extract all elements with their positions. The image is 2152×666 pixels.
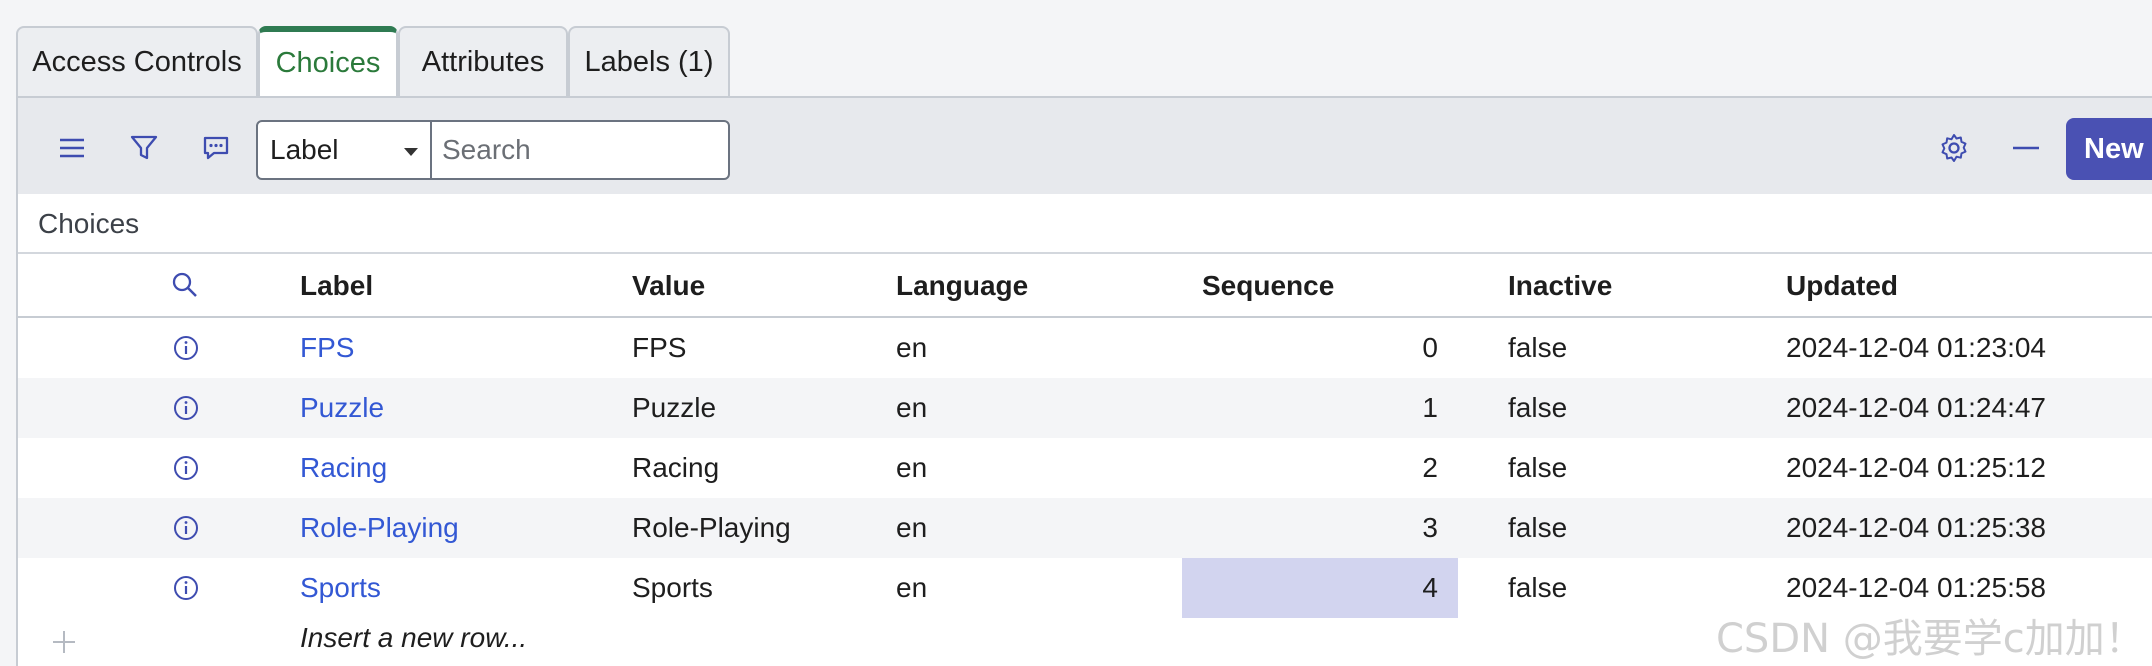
row-updated[interactable]: 2024-12-04 01:24:47 — [1786, 378, 2046, 438]
row-updated[interactable]: 2024-12-04 01:25:12 — [1786, 438, 2046, 498]
table-row: Puzzle Puzzle en 1 false 2024-12-04 01:2… — [18, 378, 2152, 438]
info-icon[interactable] — [172, 394, 200, 422]
row-value[interactable]: Role-Playing — [632, 498, 791, 558]
watermark: CSDN @我要学c加加！ — [1716, 616, 2145, 662]
row-sequence-value: 2 — [1422, 452, 1438, 483]
table-row: Racing Racing en 2 false 2024-12-04 01:2… — [18, 438, 2152, 498]
column-header-value[interactable]: Value — [632, 270, 705, 302]
column-header-sequence[interactable]: Sequence — [1202, 270, 1334, 302]
info-icon[interactable] — [172, 334, 200, 362]
tab-bar: Access Controls Choices Attributes Label… — [0, 0, 2152, 98]
search-icon[interactable] — [170, 270, 200, 300]
info-icon[interactable] — [172, 574, 200, 602]
insert-row-text[interactable]: Insert a new row... — [300, 622, 527, 654]
row-updated[interactable]: 2024-12-04 01:23:04 — [1786, 318, 2046, 378]
row-sequence[interactable]: 3 — [1182, 498, 1458, 558]
row-value[interactable]: Racing — [632, 438, 719, 498]
related-list-panel: Label New Choices Label Value Language S… — [16, 98, 2152, 666]
row-language[interactable]: en — [896, 378, 927, 438]
row-inactive[interactable]: false — [1508, 378, 1567, 438]
info-icon[interactable] — [172, 454, 200, 482]
tab-labels[interactable]: Labels (1) — [568, 26, 730, 96]
row-sequence[interactable]: 0 — [1182, 318, 1458, 378]
row-language[interactable]: en — [896, 498, 927, 558]
table-row: FPS FPS en 0 false 2024-12-04 01:23:04 — [18, 318, 2152, 378]
row-sequence-selected[interactable]: 4 — [1182, 558, 1458, 618]
hamburger-menu-icon[interactable] — [50, 126, 94, 170]
row-value[interactable]: Puzzle — [632, 378, 716, 438]
row-language[interactable]: en — [896, 438, 927, 498]
row-updated[interactable]: 2024-12-04 01:25:38 — [1786, 498, 2046, 558]
filter-funnel-icon[interactable] — [122, 126, 166, 170]
row-value[interactable]: Sports — [632, 558, 713, 618]
new-button[interactable]: New — [2066, 118, 2152, 180]
row-sequence-value: 3 — [1422, 512, 1438, 543]
row-sequence-value: 0 — [1422, 332, 1438, 363]
row-label-link[interactable]: Racing — [300, 438, 387, 498]
row-label-link[interactable]: Sports — [300, 558, 381, 618]
row-value[interactable]: FPS — [632, 318, 686, 378]
tab-access-controls[interactable]: Access Controls — [16, 26, 258, 96]
tab-choices[interactable]: Choices — [258, 26, 398, 98]
minus-icon[interactable] — [2004, 126, 2048, 170]
table-row: Role-Playing Role-Playing en 3 false 202… — [18, 498, 2152, 558]
row-label-link[interactable]: FPS — [300, 318, 354, 378]
row-inactive[interactable]: false — [1508, 498, 1567, 558]
search-input[interactable] — [430, 120, 730, 180]
column-header-label[interactable]: Label — [300, 270, 373, 302]
row-language[interactable]: en — [896, 558, 927, 618]
divider — [18, 252, 2152, 254]
row-inactive[interactable]: false — [1508, 558, 1567, 618]
plus-icon[interactable] — [50, 628, 78, 656]
row-inactive[interactable]: false — [1508, 318, 1567, 378]
row-sequence[interactable]: 2 — [1182, 438, 1458, 498]
row-sequence-value: 1 — [1422, 392, 1438, 423]
row-sequence[interactable]: 1 — [1182, 378, 1458, 438]
field-select-value: Label — [270, 134, 339, 165]
list-title: Choices — [38, 208, 140, 239]
info-icon[interactable] — [172, 514, 200, 542]
row-language[interactable]: en — [896, 318, 927, 378]
column-header-language[interactable]: Language — [896, 270, 1028, 302]
row-inactive[interactable]: false — [1508, 438, 1567, 498]
row-label-link[interactable]: Role-Playing — [300, 498, 459, 558]
comment-icon[interactable] — [194, 126, 238, 170]
tab-attributes[interactable]: Attributes — [398, 26, 568, 96]
field-select[interactable]: Label — [256, 120, 432, 180]
list-toolbar: Label New — [18, 98, 2152, 194]
column-header-inactive[interactable]: Inactive — [1508, 270, 1612, 302]
column-header-updated[interactable]: Updated — [1786, 270, 1898, 302]
row-label-link[interactable]: Puzzle — [300, 378, 384, 438]
row-sequence-value: 4 — [1422, 572, 1438, 603]
caret-down-icon — [404, 148, 418, 156]
gear-icon[interactable] — [1932, 126, 1976, 170]
